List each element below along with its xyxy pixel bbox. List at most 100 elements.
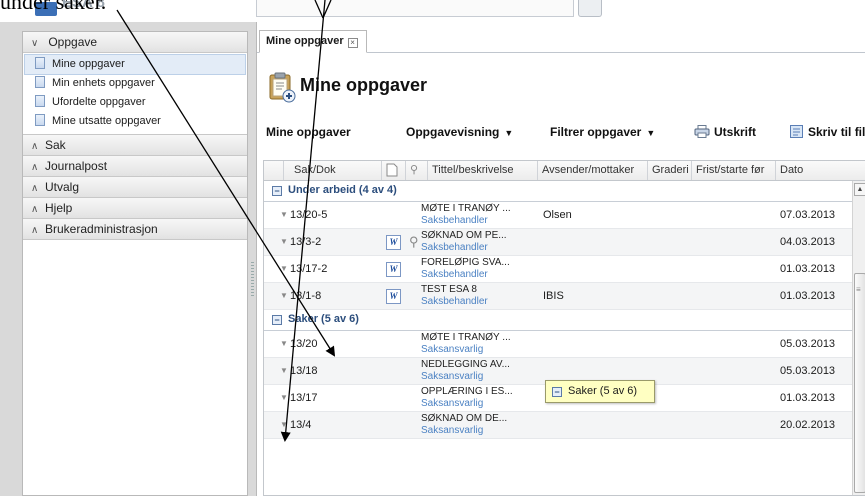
nav-section-sak[interactable]: ∧ Sak — [23, 135, 247, 156]
scroll-up-icon[interactable]: ▲ — [854, 183, 865, 196]
scrollbar-grip-icon: ≡ — [856, 285, 861, 294]
cell-dato: 05.03.2013 — [780, 338, 836, 350]
cell-role: Saksansvarlig — [421, 371, 484, 382]
chevron-down-icon: ∨ — [31, 38, 39, 49]
cell-role: Saksansvarlig — [421, 425, 484, 436]
attachment-icon: ⚲ — [410, 164, 419, 176]
column-header-expander — [264, 161, 284, 180]
nav-section-label: Hjelp — [45, 201, 73, 215]
top-search-box[interactable] — [256, 0, 574, 17]
cell-title: MØTE I TRANØY ... — [421, 332, 511, 343]
cell-role: Saksansvarlig — [421, 398, 484, 409]
left-pane: ∨ Oppgave Mine oppgaver Min enhets oppga… — [0, 22, 256, 496]
document-icon — [35, 114, 45, 126]
cell-title: SØKNAD OM DE... — [421, 413, 508, 424]
skriv-til-fil-button[interactable]: Skriv til fil — [790, 125, 865, 139]
utskrift-button[interactable]: Utskrift — [694, 125, 756, 139]
nav-subitems: Mine oppgaver Min enhets oppgaver Uforde… — [23, 53, 247, 135]
instruction-caption: under saker. — [0, 0, 107, 14]
cell-role: Saksbehandler — [421, 215, 488, 226]
cell-sak-dok: 13/20 — [290, 338, 318, 350]
row-expand-icon[interactable]: ▼ — [280, 393, 288, 402]
nav-section-journalpost[interactable]: ∧ Journalpost — [23, 156, 247, 177]
nav-section-oppgave[interactable]: ∨ Oppgave — [23, 32, 247, 53]
cell-dato: 07.03.2013 — [780, 209, 836, 221]
nav-item-mine-utsatte-oppgaver[interactable]: Mine utsatte oppgaver — [23, 112, 247, 131]
nav-item-label: Mine utsatte oppgaver — [52, 115, 161, 127]
nav-section-brukeradministrasjon[interactable]: ∧ Brukeradministrasjon — [23, 219, 247, 240]
button-label: Skriv til fil — [808, 125, 865, 139]
group-header[interactable]: − Saker (5 av 6) — [264, 310, 852, 331]
table-row[interactable]: ▼ 13/20-5 MØTE I TRANØY ... Saksbehandler Ol… — [264, 202, 852, 229]
grid-header: Sak/Dok ⚲ Tittel/beskrivelse Avsender/mo… — [264, 161, 865, 181]
collapse-icon: − — [552, 387, 562, 397]
document-icon — [35, 57, 45, 69]
tab-bar: Mine oppgaver × — [257, 30, 865, 53]
filtrer-oppgaver-dropdown[interactable]: Filtrer oppgaver ▼ — [550, 125, 655, 139]
word-document-icon[interactable]: W — [386, 235, 401, 250]
cell-title: FORELØPIG SVA... — [421, 257, 510, 268]
cell-dato: 20.02.2013 — [780, 419, 836, 431]
group-label: Saker (5 av 6) — [288, 313, 359, 325]
dropdown-label: Oppgavevisning — [406, 125, 500, 139]
cell-title: SØKNAD OM PE... — [421, 230, 507, 241]
nav-item-min-enhets-oppgaver[interactable]: Min enhets oppgaver — [23, 74, 247, 93]
word-document-icon[interactable]: W — [386, 262, 401, 277]
toolbar-view-label: Mine oppgaver — [266, 125, 351, 139]
column-header-frist[interactable]: Frist/starte før — [692, 161, 776, 180]
close-icon[interactable]: × — [347, 38, 358, 48]
row-expand-icon[interactable]: ▼ — [280, 237, 288, 246]
cell-dato: 05.03.2013 — [780, 365, 836, 377]
column-header-avsender[interactable]: Avsender/mottaker — [538, 161, 648, 180]
tab-mine-oppgaver[interactable]: Mine oppgaver × — [259, 30, 367, 53]
top-button[interactable] — [578, 0, 602, 17]
scrollbar-thumb[interactable] — [854, 273, 865, 493]
attachment-icon[interactable]: ⚲ — [409, 234, 419, 250]
table-row[interactable]: ▼ 13/3-2 W ⚲ SØKNAD OM PE... Saksbehandler 04.… — [264, 229, 852, 256]
toolbar: Mine oppgaver Oppgavevisning ▼ Filtrer op… — [257, 120, 865, 144]
row-expand-icon[interactable]: ▼ — [280, 291, 288, 300]
main-pane: Mine oppgaver × Mine oppgaver Mine oppgav… — [256, 22, 865, 496]
column-header-dato[interactable]: Dato — [776, 161, 865, 180]
top-strip: ESA 8 under saker. — [0, 0, 865, 22]
cell-avsender: IBIS — [543, 290, 564, 302]
table-row[interactable]: ▼ 13/1-8 W TEST ESA 8 Saksbehandler IBIS 01.03… — [264, 283, 852, 310]
row-expand-icon[interactable]: ▼ — [280, 264, 288, 273]
nav-item-mine-oppgaver[interactable]: Mine oppgaver — [24, 54, 246, 75]
collapse-icon[interactable]: − — [272, 186, 282, 196]
dropdown-label: Filtrer oppgaver — [550, 125, 642, 139]
collapse-icon[interactable]: − — [272, 315, 282, 325]
column-header-tittel[interactable]: Tittel/beskrivelse — [428, 161, 538, 180]
cell-title: NEDLEGGING AV... — [421, 359, 510, 370]
cell-avsender: Olsen — [543, 209, 572, 221]
column-header-gradering[interactable]: Graderi — [648, 161, 692, 180]
row-expand-icon[interactable]: ▼ — [280, 339, 288, 348]
column-header-document[interactable] — [382, 161, 406, 180]
nav-item-ufordelte-oppgaver[interactable]: Ufordelte oppgaver — [23, 93, 247, 112]
row-expand-icon[interactable]: ▼ — [280, 420, 288, 429]
table-row[interactable]: ▼ 13/17-2 W FORELØPIG SVA... Saksbehandler 01… — [264, 256, 852, 283]
pane-splitter-handle[interactable] — [251, 262, 254, 298]
cell-sak-dok: 13/17-2 — [290, 263, 328, 275]
column-header-attachment[interactable]: ⚲ — [406, 161, 428, 180]
cell-role: Saksbehandler — [421, 296, 488, 307]
column-header-sak-dok[interactable]: Sak/Dok — [284, 161, 382, 180]
word-document-icon[interactable]: W — [386, 289, 401, 304]
row-expand-icon[interactable]: ▼ — [280, 366, 288, 375]
clipboard-add-icon — [269, 72, 296, 103]
table-row[interactable]: ▼ 13/4 SØKNAD OM DE... Saksansvarlig 20.02.2… — [264, 412, 852, 439]
nav-item-label: Mine oppgaver — [52, 58, 125, 70]
row-expand-icon[interactable]: ▼ — [280, 210, 288, 219]
cell-sak-dok: 13/17 — [290, 392, 318, 404]
group-header[interactable]: − Under arbeid (4 av 4) — [264, 181, 852, 202]
document-icon — [35, 76, 45, 88]
document-icon — [35, 95, 45, 107]
oppgavevisning-dropdown[interactable]: Oppgavevisning ▼ — [406, 125, 513, 139]
nav-section-hjelp[interactable]: ∧ Hjelp — [23, 198, 247, 219]
nav-section-utvalg[interactable]: ∧ Utvalg — [23, 177, 247, 198]
vertical-scrollbar[interactable]: ▲ ≡ — [852, 181, 865, 495]
drag-tooltip: − Saker (5 av 6) — [545, 380, 655, 403]
tab-label: Mine oppgaver — [266, 35, 344, 47]
table-row[interactable]: ▼ 13/20 MØTE I TRANØY ... Saksansvarlig 05.0… — [264, 331, 852, 358]
chevron-up-icon: ∧ — [31, 225, 39, 236]
